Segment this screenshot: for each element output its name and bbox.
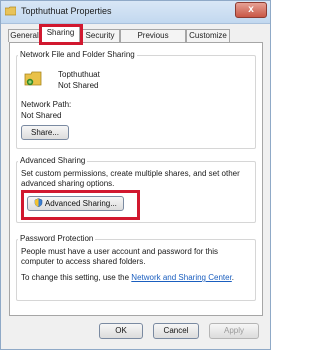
ok-button[interactable]: OK <box>99 323 143 339</box>
password-change-suffix: . <box>231 273 235 282</box>
network-path-label: Network Path: <box>21 100 72 109</box>
tab-sharing-highlight <box>39 24 83 45</box>
advanced-sharing-button-label: Advanced Sharing... <box>44 199 117 208</box>
folder-name: Topthuthuat <box>58 70 100 79</box>
folder-share-status: Not Shared <box>58 81 99 90</box>
uac-shield-icon <box>34 198 43 208</box>
properties-window: Topthuthuat Properties x General Sharing… <box>0 0 271 350</box>
folder-icon <box>5 6 16 16</box>
password-protection-heading: Password Protection <box>18 234 96 243</box>
close-button[interactable]: x <box>235 2 267 18</box>
tab-panel: Network File and Folder Sharing Topthuth… <box>9 42 263 316</box>
tab-previous-versions[interactable]: Previous Versions <box>120 29 186 52</box>
advanced-sharing-description: Set custom permissions, create multiple … <box>21 169 240 188</box>
password-change-prefix: To change this setting, use the <box>21 273 132 282</box>
advanced-sharing-heading: Advanced Sharing <box>18 156 88 165</box>
close-icon: x <box>248 4 254 15</box>
tab-general[interactable]: General <box>8 29 41 42</box>
network-sharing-heading: Network File and Folder Sharing <box>18 50 137 59</box>
title-bar: Topthuthuat Properties x <box>1 1 270 24</box>
cancel-button[interactable]: Cancel <box>153 323 199 339</box>
window-title: Topthuthuat Properties <box>21 6 112 16</box>
advanced-sharing-button[interactable]: Advanced Sharing... <box>27 196 124 211</box>
network-sharing-center-link[interactable]: Network and Sharing Center <box>131 273 232 282</box>
tab-customize[interactable]: Customize <box>186 29 230 42</box>
password-protection-description: People must have a user account and pass… <box>21 247 218 266</box>
network-path-value: Not Shared <box>21 111 62 120</box>
share-button[interactable]: Share... <box>21 125 69 140</box>
password-change-text: To change this setting, use the Network … <box>21 273 234 282</box>
tab-security[interactable]: Security <box>80 29 120 42</box>
apply-button[interactable]: Apply <box>209 323 259 339</box>
shared-folder-icon <box>24 71 42 86</box>
